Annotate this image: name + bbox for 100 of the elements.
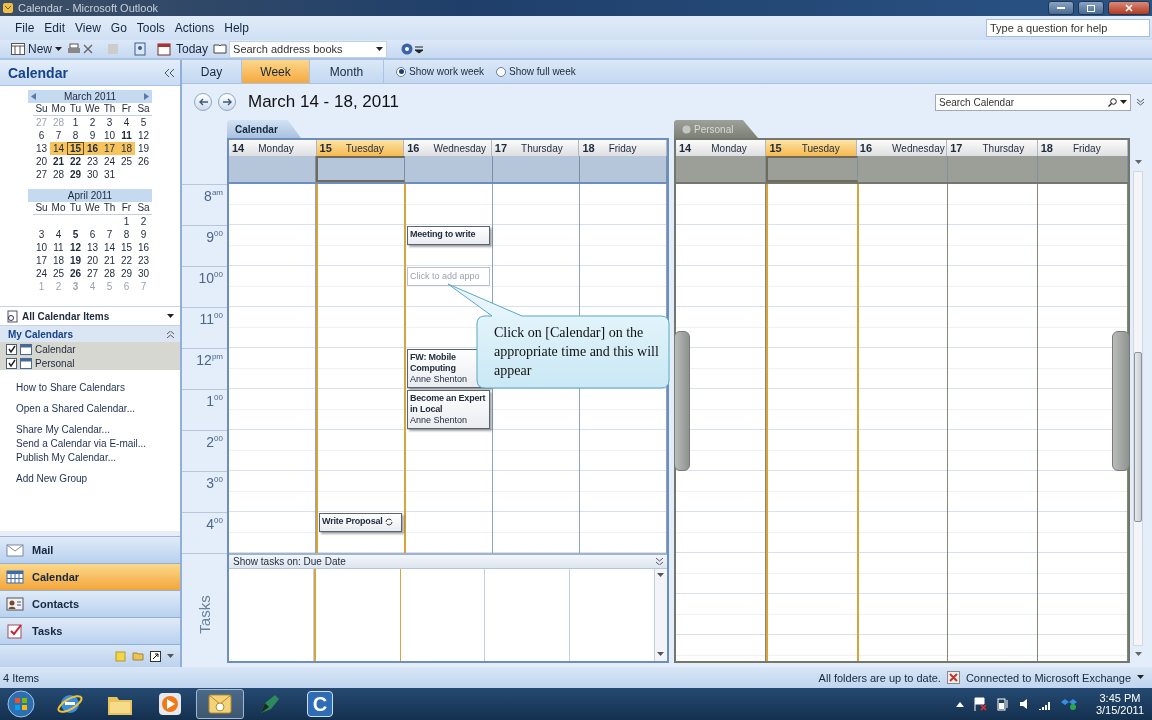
pane-splitter[interactable] [0,531,180,537]
new-button[interactable]: New [8,40,65,58]
forward-button[interactable] [218,93,236,111]
day-column[interactable] [858,184,949,661]
task-link[interactable]: Open a Shared Calendar... [16,403,180,414]
day-column[interactable] [765,184,859,661]
menu-item[interactable]: File [10,21,40,35]
calendar-day[interactable]: 21 [101,254,118,267]
all-day-cell[interactable] [405,156,493,182]
calendar-day[interactable]: 20 [33,155,50,168]
all-day-cell[interactable] [229,156,317,182]
calendar-day[interactable]: 16 [135,241,152,254]
calendar-day[interactable]: 14 [101,241,118,254]
calendar-day[interactable]: 6 [33,129,50,142]
all-day-cell[interactable] [858,156,948,182]
calendar-day[interactable]: 12 [135,129,152,142]
calendar-day[interactable]: 14 [50,142,67,155]
menu-item[interactable]: View [70,21,106,35]
day-header[interactable]: 18 Friday [579,140,667,156]
address-search-field[interactable]: Search address books [229,40,388,58]
calendar-day[interactable]: 26 [135,155,152,168]
calendar-day[interactable]: 21 [50,155,67,168]
day-column[interactable]: Meeting to write Click to add appo FW: Mobile Computing Anne Shenton Become an Expert in Local Anne Shenton [406,184,493,553]
calendar-day[interactable]: 18 [50,254,67,267]
appointment[interactable]: Become an Expert in Local Anne Shenton [407,390,490,429]
search-calendar-field[interactable]: Search Calendar [935,93,1131,111]
task-link[interactable]: Share My Calendar... [16,424,180,435]
calendar-day[interactable]: 1 [67,116,84,129]
task-link[interactable]: Publish My Calendar... [16,452,180,463]
help-search-field[interactable]: Type a question for help [986,19,1150,37]
connection-status[interactable]: Connected to Microsoft Exchange [965,671,1131,684]
calendar-day[interactable]: 24 [101,155,118,168]
calendar-day[interactable]: 16 [84,142,101,155]
menu-item[interactable]: Edit [39,21,71,35]
day-header[interactable]: 18 Friday [1037,140,1129,156]
calendar-list-item[interactable]: Personal [0,356,180,370]
day-header[interactable]: 15 Tuesday [316,140,405,156]
module-button[interactable]: Calendar [0,564,180,591]
menu-item[interactable]: Go [105,21,132,35]
calendar-day[interactable]: 30 [135,267,152,280]
appointment[interactable]: Write Proposal [319,513,402,532]
calendar-day[interactable]: 5 [135,116,152,129]
calendar-day[interactable]: 28 [101,267,118,280]
all-day-cell[interactable] [316,156,406,182]
day-column[interactable] [948,184,1039,661]
radio-button[interactable] [396,66,406,77]
calendar-day[interactable]: 7 [101,228,118,241]
calendar-day[interactable]: 19 [135,142,152,155]
maximize-button[interactable] [1078,1,1104,15]
calendar-day[interactable]: 17 [101,142,118,155]
calendar-day[interactable]: 25 [118,155,135,168]
day-header[interactable]: 14 Monday [676,140,767,156]
all-day-cell[interactable] [948,156,1038,182]
module-button[interactable]: Tasks [0,618,180,645]
calendar-day[interactable]: 13 [84,241,101,254]
day-header[interactable]: 15 Tuesday [766,140,857,156]
tasks-header[interactable]: Show tasks on: Due Date [229,553,667,569]
module-button[interactable]: Mail [0,537,180,564]
calendar-day[interactable]: 9 [84,129,101,142]
taskbar-button[interactable] [196,689,244,719]
taskbar-button[interactable]: C [296,689,344,719]
calendar-day[interactable]: 31 [101,168,118,181]
today-button[interactable]: Today [173,40,212,58]
module-button[interactable]: Contacts [0,591,180,618]
calendar-day[interactable]: 8 [67,129,84,142]
calendar-day[interactable]: 5 [67,228,84,241]
calendar-day[interactable]: 4 [118,116,135,129]
day-column[interactable] [1038,184,1128,661]
day-column[interactable] [676,184,766,661]
task-link[interactable]: How to Share Calendars [16,382,180,393]
calendar-day[interactable]: 4 [50,228,67,241]
calendar-day[interactable]: 7 [50,129,67,142]
calendar-day[interactable]: 26 [67,267,84,280]
day-header[interactable]: 17 Thursday [491,140,580,156]
calendar-list-item[interactable]: Calendar [0,342,180,356]
checkbox[interactable] [6,357,17,369]
calendar-day[interactable]: 8 [118,228,135,241]
menu-item[interactable]: Tools [131,21,170,35]
menu-item[interactable]: Help [219,21,254,35]
calendar-day[interactable]: 10 [33,241,50,254]
calendar-day[interactable]: 17 [33,254,50,267]
view-filter-dropdown[interactable]: All Calendar Items [0,306,180,326]
calendar-day[interactable]: 12 [67,241,84,254]
radio-button[interactable] [496,66,507,77]
calendar-day[interactable]: 23 [84,155,101,168]
calendar-day[interactable]: 29 [118,267,135,280]
scroll-thumb[interactable] [1134,351,1142,522]
task-link[interactable]: Add New Group [16,473,180,484]
day-column[interactable]: Write Proposal [316,184,406,553]
calendar-day[interactable]: 15 [118,241,135,254]
calendar-day[interactable]: 10 [101,129,118,142]
calendar-day[interactable]: 25 [50,267,67,280]
day-header[interactable]: 16 Wednesday [856,140,948,156]
group-header[interactable]: My Calendars [0,326,180,342]
calendar-day[interactable]: 11 [50,241,67,254]
calendar-day[interactable]: 29 [67,168,84,181]
calendar-day[interactable]: 2 [84,116,101,129]
radio-option[interactable]: Show work week [396,60,485,83]
task-link[interactable]: Send a Calendar via E-mail... [16,438,180,449]
menu-item[interactable]: Actions [169,21,220,35]
